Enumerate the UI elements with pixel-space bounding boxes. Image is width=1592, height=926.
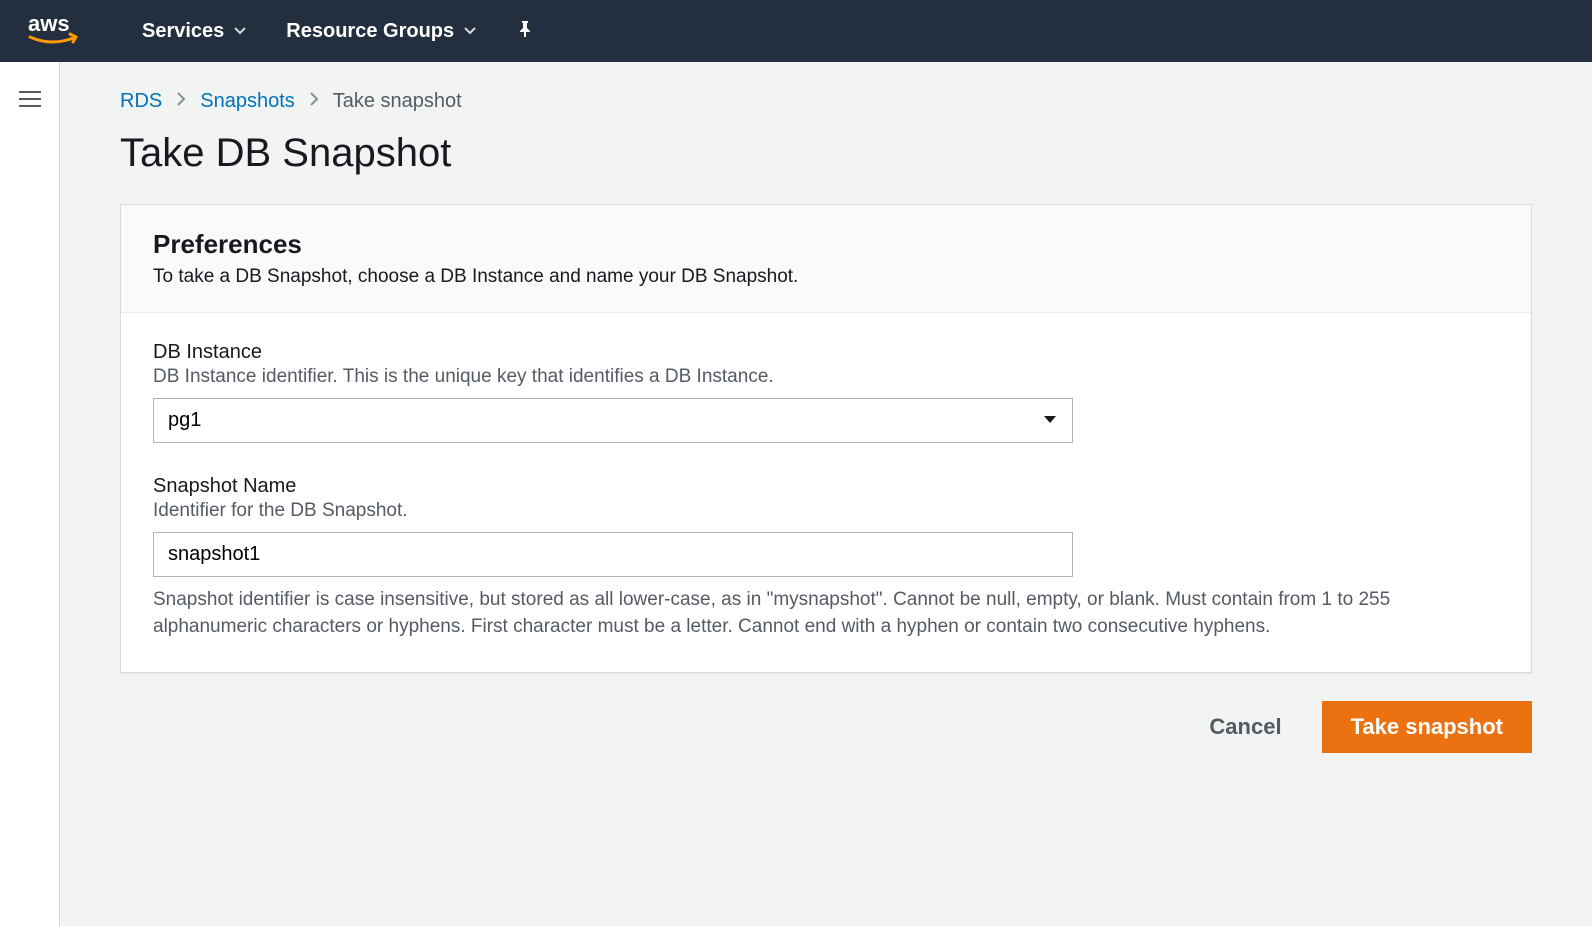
snapshot-name-constraint: Snapshot identifier is case insensitive,… (153, 587, 1499, 640)
take-snapshot-button[interactable]: Take snapshot (1322, 701, 1532, 753)
hamburger-icon[interactable] (19, 86, 41, 926)
preferences-panel: Preferences To take a DB Snapshot, choos… (120, 204, 1532, 673)
cancel-button[interactable]: Cancel (1189, 702, 1301, 752)
nav-services-label: Services (142, 20, 224, 43)
nav-services[interactable]: Services (142, 20, 246, 43)
db-instance-label: DB Instance (153, 341, 1499, 364)
top-navigation: aws Services Resource Groups (0, 0, 1592, 62)
svg-text:aws: aws (28, 11, 70, 36)
db-instance-select[interactable]: pg1 (153, 398, 1073, 443)
chevron-down-icon (464, 24, 476, 38)
chevron-right-icon (309, 91, 319, 112)
aws-logo[interactable]: aws (28, 9, 102, 53)
preferences-heading: Preferences (153, 229, 1499, 260)
sidebar-toggle-panel (0, 62, 60, 926)
panel-header: Preferences To take a DB Snapshot, choos… (121, 205, 1531, 313)
snapshot-name-group: Snapshot Name Identifier for the DB Snap… (153, 475, 1499, 640)
page-title: Take DB Snapshot (120, 131, 1532, 176)
chevron-down-icon (234, 24, 246, 38)
breadcrumb-snapshots[interactable]: Snapshots (200, 90, 295, 113)
panel-body: DB Instance DB Instance identifier. This… (121, 313, 1531, 672)
snapshot-name-input[interactable] (153, 532, 1073, 577)
main-content: RDS Snapshots Take snapshot Take DB Snap… (60, 62, 1592, 926)
actions-row: Cancel Take snapshot (120, 701, 1532, 753)
aws-logo-icon: aws (28, 9, 102, 53)
breadcrumb: RDS Snapshots Take snapshot (120, 90, 1532, 113)
breadcrumb-current: Take snapshot (333, 90, 462, 113)
db-instance-select-wrap: pg1 (153, 398, 1073, 443)
nav-resource-groups-label: Resource Groups (286, 20, 454, 43)
nav-resource-groups[interactable]: Resource Groups (286, 20, 476, 43)
chevron-right-icon (176, 91, 186, 112)
db-instance-group: DB Instance DB Instance identifier. This… (153, 341, 1499, 443)
snapshot-name-description: Identifier for the DB Snapshot. (153, 500, 1499, 522)
snapshot-name-label: Snapshot Name (153, 475, 1499, 498)
preferences-description: To take a DB Snapshot, choose a DB Insta… (153, 266, 1499, 288)
pin-icon[interactable] (516, 20, 534, 43)
db-instance-description: DB Instance identifier. This is the uniq… (153, 366, 1499, 388)
layout: RDS Snapshots Take snapshot Take DB Snap… (0, 62, 1592, 926)
breadcrumb-rds[interactable]: RDS (120, 90, 162, 113)
